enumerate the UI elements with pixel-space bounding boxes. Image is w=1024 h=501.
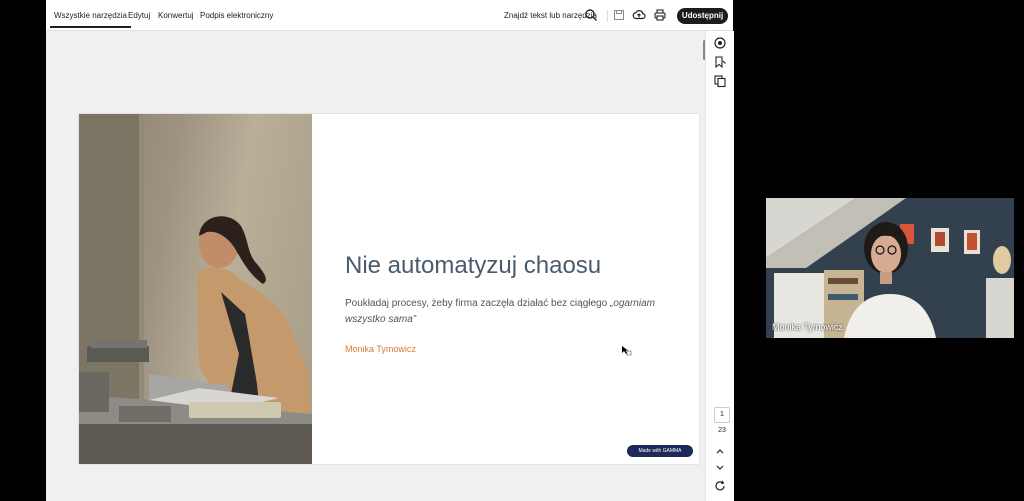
video-tile[interactable]: Monika Tymowicz <box>766 198 1014 338</box>
pages-icon[interactable] <box>713 74 727 88</box>
participant-name: Monika Tymowicz <box>772 322 843 332</box>
right-rail: 1 23 <box>705 31 734 501</box>
chevron-up-icon[interactable] <box>713 444 727 458</box>
refresh-icon[interactable] <box>713 479 727 493</box>
slide-photo <box>79 114 312 464</box>
toolbar: Wszystkie narzędzia Edytuj Konwertuj Pod… <box>46 0 733 31</box>
tab-e-signature[interactable]: Podpis elektroniczny <box>200 11 273 20</box>
participant-video-feed <box>766 198 1014 338</box>
page-number-current[interactable]: 1 <box>714 407 730 423</box>
slide-title: Nie automatyzuj chaosu <box>345 252 602 279</box>
find-label[interactable]: Znajdź tekst lub narzędzia <box>504 11 597 20</box>
bookmark-icon[interactable] <box>713 55 727 69</box>
upload-icon[interactable] <box>632 8 646 22</box>
print-icon[interactable] <box>653 8 667 22</box>
toolbar-divider <box>607 10 608 22</box>
slide-body-text: Poukładaj procesy, żeby firma zaczęła dz… <box>345 298 610 309</box>
chevron-down-icon[interactable] <box>713 461 727 475</box>
slide-author: Monika Tymowicz <box>345 344 416 354</box>
tab-convert[interactable]: Konwertuj <box>158 11 194 20</box>
pdf-viewer-window: Wszystkie narzędzia Edytuj Konwertuj Pod… <box>46 0 734 501</box>
slide-body: Poukładaj procesy, żeby firma zaczęła dz… <box>345 296 665 328</box>
tab-all-tools[interactable]: Wszystkie narzędzia <box>50 11 131 28</box>
page-count-total: 23 <box>718 427 726 434</box>
slide: Nie automatyzuj chaosu Poukładaj procesy… <box>79 114 699 464</box>
search-icon[interactable] <box>584 8 598 22</box>
share-button[interactable]: Udostępnij <box>677 8 728 24</box>
made-with-gamma-badge[interactable]: Made with GAMMA <box>627 445 693 457</box>
mouse-cursor-icon <box>621 344 633 362</box>
ai-assistant-icon[interactable] <box>713 36 727 50</box>
save-icon[interactable] <box>612 8 626 22</box>
tab-edit[interactable]: Edytuj <box>128 11 150 20</box>
